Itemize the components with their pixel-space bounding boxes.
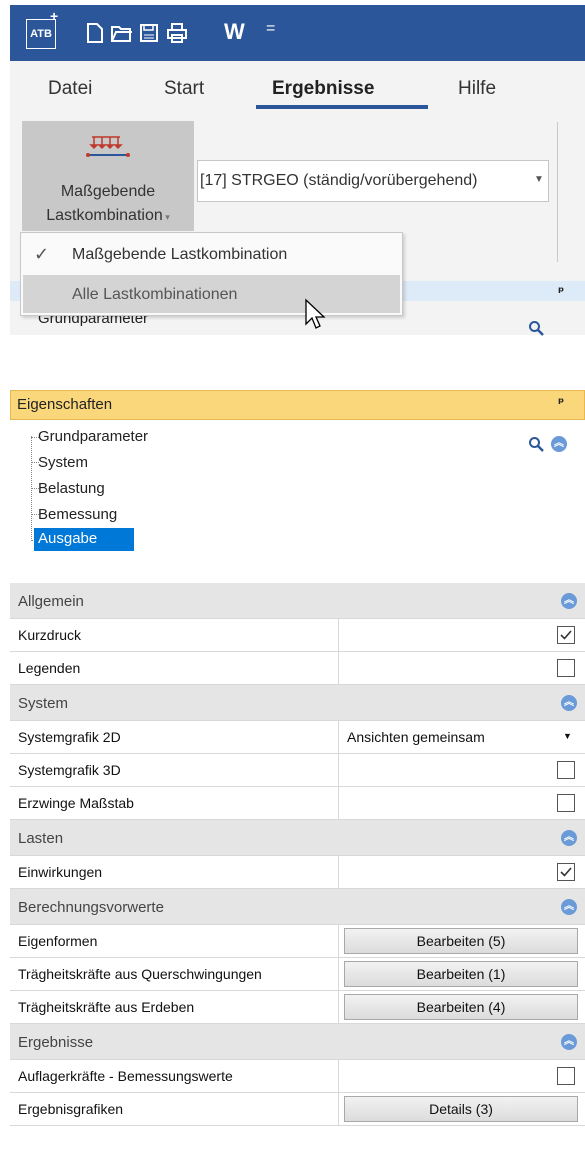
property-name: Ergebnisgrafiken [18, 1101, 124, 1117]
mouse-cursor-icon [305, 298, 326, 329]
property-name: Erzwinge Maßstab [18, 795, 134, 811]
value-column-divider [338, 619, 339, 651]
property-row: Erzwinge Maßstab [10, 787, 585, 820]
property-checkbox[interactable] [557, 1067, 575, 1085]
section-header[interactable]: System ︽ [10, 685, 585, 721]
section-header[interactable]: Lasten ︽ [10, 820, 585, 856]
property-row: Auflagerkräfte - Bemessungswerte [10, 1060, 585, 1093]
open-folder-icon[interactable] [110, 22, 132, 44]
search-icon[interactable] [528, 320, 544, 336]
tree-item-grundparameter[interactable]: Grundparameter [38, 428, 148, 445]
property-name: Systemgrafik 3D [18, 762, 121, 778]
property-row: Systemgrafik 3D [10, 754, 585, 787]
section-title: Allgemein [18, 593, 84, 610]
property-row: Kurzdruck [10, 619, 585, 652]
property-edit-button[interactable]: Details (3) [344, 1096, 578, 1122]
property-name: Einwirkungen [18, 864, 103, 880]
collapse-icon[interactable]: ︽ [561, 1034, 577, 1050]
property-name: Trägheitskräfte aus Erdeben [18, 999, 195, 1015]
property-checkbox[interactable] [557, 863, 575, 881]
collapse-icon[interactable]: ︽ [561, 695, 577, 711]
checkmark-icon [560, 630, 572, 640]
property-edit-button[interactable]: Bearbeiten (5) [344, 928, 578, 954]
section-title: System [18, 695, 69, 712]
load-arrows-icon [86, 136, 130, 157]
property-name: Auflagerkräfte - Bemessungswerte [18, 1068, 233, 1084]
tab-hilfe[interactable]: Hilfe [458, 78, 496, 100]
property-name: Systemgrafik 2D [18, 729, 121, 745]
menu-item-governing-combination[interactable]: Maßgebende Lastkombination [72, 246, 287, 264]
property-row: Legenden [10, 652, 585, 685]
value-column-divider [338, 958, 339, 990]
value-column-divider [338, 754, 339, 786]
logo-plus-mark: + [50, 8, 59, 24]
search-icon[interactable] [528, 436, 544, 452]
load-combination-combo[interactable]: [17] STRGEO (ständig/vorübergehend) [197, 160, 549, 202]
customize-quick-access-button[interactable]: = [266, 20, 275, 38]
value-column-divider [338, 1060, 339, 1092]
word-export-button[interactable]: W [224, 19, 245, 45]
tree-item-system[interactable]: System [38, 454, 88, 471]
tree-item-belastung[interactable]: Belastung [38, 480, 105, 497]
value-column-divider [338, 1093, 339, 1125]
pin-icon[interactable]: ᵖ [558, 396, 564, 411]
property-checkbox[interactable] [557, 659, 575, 677]
collapse-icon[interactable]: ︽ [561, 593, 577, 609]
property-row: Trägheitskräfte aus Querschwingungen Bear… [10, 958, 585, 991]
property-row: Ergebnisgrafiken Details (3) [10, 1093, 585, 1126]
value-column-divider [338, 787, 339, 819]
checkmark-icon [560, 867, 572, 877]
value-column-divider [338, 652, 339, 684]
load-combination-label-line2: Lastkombination [46, 207, 163, 224]
value-column-divider [338, 721, 339, 753]
property-row: Einwirkungen [10, 856, 585, 889]
pin-icon[interactable]: ᵖ [558, 285, 564, 300]
property-edit-button[interactable]: Bearbeiten (4) [344, 994, 578, 1020]
active-tab-indicator [256, 105, 428, 109]
collapse-icon[interactable]: ︽ [561, 899, 577, 915]
value-column-divider [338, 925, 339, 957]
tree-item-bemessung[interactable]: Bemessung [38, 506, 117, 523]
collapse-icon[interactable]: ︽ [551, 436, 567, 452]
property-row: Eigenformen Bearbeiten (5) [10, 925, 585, 958]
ribbon-separator [557, 122, 558, 262]
properties-title: Eigenschaften [17, 396, 113, 413]
property-dropdown[interactable]: Ansichten gemeinsam [347, 729, 485, 745]
collapse-icon[interactable]: ︽ [561, 830, 577, 846]
tree-item-ausgabe[interactable]: Ausgabe [38, 530, 97, 547]
property-row: Systemgrafik 2D Ansichten gemeinsam ▼ [10, 721, 585, 754]
load-combination-label: Maßgebende Lastkombination ▾ [22, 180, 194, 229]
tab-ergebnisse[interactable]: Ergebnisse [272, 78, 374, 100]
tab-start[interactable]: Start [164, 78, 204, 100]
tab-datei[interactable]: Datei [48, 78, 92, 100]
property-name: Eigenformen [18, 933, 98, 949]
value-column-divider [338, 856, 339, 888]
property-name: Trägheitskräfte aus Querschwingungen [18, 966, 262, 982]
section-header[interactable]: Allgemein ︽ [10, 583, 585, 619]
print-icon[interactable] [166, 22, 188, 44]
property-name: Kurzdruck [18, 627, 82, 643]
section-title: Berechnungsvorwerte [18, 899, 164, 916]
value-column-divider [338, 991, 339, 1023]
chevron-down-icon: ▾ [162, 212, 170, 222]
property-checkbox[interactable] [557, 794, 575, 812]
property-checkbox[interactable] [557, 626, 575, 644]
section-header[interactable]: Ergebnisse ︽ [10, 1024, 585, 1060]
property-row: Trägheitskräfte aus Erdeben Bearbeiten (4… [10, 991, 585, 1024]
section-header[interactable]: Berechnungsvorwerte ︽ [10, 889, 585, 925]
menu-item-all-combinations[interactable]: Alle Lastkombinationen [72, 286, 237, 304]
new-document-icon[interactable] [84, 22, 106, 44]
chevron-down-icon[interactable]: ▼ [534, 174, 544, 185]
load-combination-label-line1: Maßgebende [60, 183, 156, 200]
section-title: Ergebnisse [18, 1034, 94, 1051]
chevron-down-icon[interactable]: ▼ [563, 731, 572, 741]
property-checkbox[interactable] [557, 761, 575, 779]
property-name: Legenden [18, 660, 81, 676]
checkmark-icon: ✓ [34, 244, 50, 265]
property-edit-button[interactable]: Bearbeiten (1) [344, 961, 578, 987]
section-title: Lasten [18, 830, 64, 847]
save-icon[interactable] [138, 22, 160, 44]
